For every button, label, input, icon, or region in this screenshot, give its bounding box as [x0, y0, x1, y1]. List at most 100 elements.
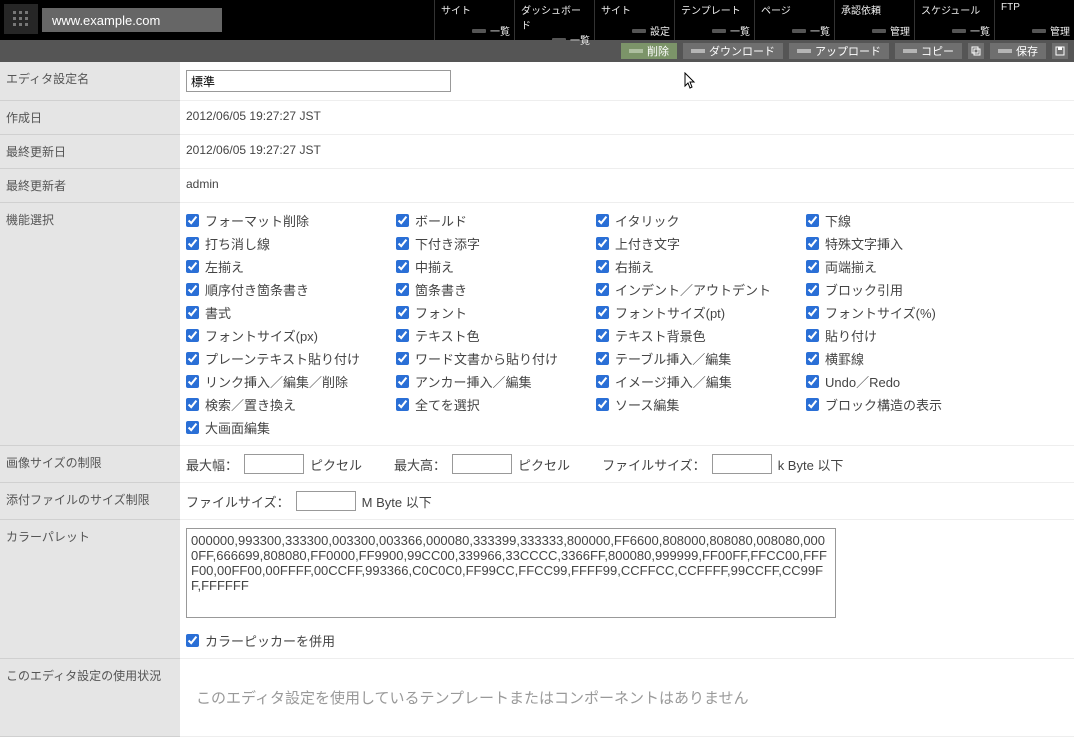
topnav-item-5[interactable]: 承認依頼管理 [834, 0, 914, 40]
feature-item[interactable]: 横罫線 [806, 349, 1006, 368]
img-filesize-input[interactable] [712, 454, 772, 474]
feature-item[interactable]: ブロック引用 [806, 280, 1006, 299]
feature-checkbox[interactable] [396, 214, 409, 227]
copy-button[interactable]: コピー [895, 43, 962, 59]
feature-checkbox[interactable] [186, 375, 199, 388]
feature-item[interactable]: 両端揃え [806, 257, 1006, 276]
topnav-item-6[interactable]: スケジュール一覧 [914, 0, 994, 40]
feature-item[interactable]: プレーンテキスト貼り付け [186, 349, 396, 368]
feature-checkbox[interactable] [186, 214, 199, 227]
copy-icon[interactable] [968, 43, 984, 59]
feature-item[interactable]: 特殊文字挿入 [806, 234, 1006, 253]
topnav-item-2[interactable]: サイト設定 [594, 0, 674, 40]
feature-item[interactable]: 上付き文字 [596, 234, 806, 253]
feature-checkbox[interactable] [806, 237, 819, 250]
feature-item[interactable]: 全てを選択 [396, 395, 596, 414]
feature-item[interactable]: テキスト色 [396, 326, 596, 345]
feature-checkbox[interactable] [186, 306, 199, 319]
feature-checkbox[interactable] [396, 237, 409, 250]
feature-item[interactable]: 書式 [186, 303, 396, 322]
feature-checkbox[interactable] [396, 306, 409, 319]
feature-checkbox[interactable] [186, 329, 199, 342]
feature-item[interactable]: ワード文書から貼り付け [396, 349, 596, 368]
feature-label: リンク挿入／編集／削除 [205, 372, 348, 391]
max-width-input[interactable] [244, 454, 304, 474]
max-height-input[interactable] [452, 454, 512, 474]
feature-checkbox[interactable] [596, 329, 609, 342]
use-colorpicker-checkbox[interactable] [186, 634, 199, 647]
feature-checkbox[interactable] [396, 329, 409, 342]
feature-item[interactable]: 中揃え [396, 257, 596, 276]
feature-checkbox[interactable] [806, 214, 819, 227]
feature-checkbox[interactable] [806, 398, 819, 411]
topnav-item-1[interactable]: ダッシュボード一覧 [514, 0, 594, 40]
feature-checkbox[interactable] [806, 329, 819, 342]
feature-item[interactable]: 箇条書き [396, 280, 596, 299]
feature-checkbox[interactable] [396, 375, 409, 388]
feature-checkbox[interactable] [186, 237, 199, 250]
feature-checkbox[interactable] [596, 237, 609, 250]
feature-checkbox[interactable] [596, 352, 609, 365]
save-icon[interactable] [1052, 43, 1068, 59]
topnav-item-3[interactable]: テンプレート一覧 [674, 0, 754, 40]
feature-item[interactable]: フォーマット削除 [186, 211, 396, 230]
feature-item[interactable]: ボールド [396, 211, 596, 230]
feature-checkbox[interactable] [806, 283, 819, 296]
delete-button[interactable]: 削除 [621, 43, 677, 59]
feature-item[interactable]: Undo／Redo [806, 372, 1006, 391]
upload-button[interactable]: アップロード [789, 43, 889, 59]
feature-item[interactable]: 下線 [806, 211, 1006, 230]
color-palette-textarea[interactable] [186, 528, 836, 618]
feature-item[interactable]: フォント [396, 303, 596, 322]
feature-checkbox[interactable] [186, 421, 199, 434]
app-logo-icon[interactable] [4, 4, 38, 34]
feature-item[interactable]: フォントサイズ(px) [186, 326, 396, 345]
feature-item[interactable]: フォントサイズ(%) [806, 303, 1006, 322]
feature-item[interactable]: テーブル挿入／編集 [596, 349, 806, 368]
feature-item[interactable]: 順序付き箇条書き [186, 280, 396, 299]
feature-checkbox[interactable] [186, 352, 199, 365]
feature-checkbox[interactable] [806, 375, 819, 388]
feature-checkbox[interactable] [596, 398, 609, 411]
feature-item[interactable]: 右揃え [596, 257, 806, 276]
feature-checkbox[interactable] [596, 260, 609, 273]
feature-checkbox[interactable] [186, 260, 199, 273]
attach-filesize-input[interactable] [296, 491, 356, 511]
feature-item[interactable]: アンカー挿入／編集 [396, 372, 596, 391]
feature-item[interactable]: 打ち消し線 [186, 234, 396, 253]
feature-checkbox[interactable] [596, 283, 609, 296]
feature-checkbox[interactable] [806, 352, 819, 365]
feature-checkbox[interactable] [806, 306, 819, 319]
download-button[interactable]: ダウンロード [683, 43, 783, 59]
topnav-item-7[interactable]: FTP管理 [994, 0, 1074, 40]
feature-checkbox[interactable] [396, 352, 409, 365]
site-url[interactable]: www.example.com [42, 8, 222, 32]
feature-checkbox[interactable] [396, 398, 409, 411]
feature-item[interactable]: 大画面編集 [186, 418, 396, 437]
feature-checkbox[interactable] [596, 306, 609, 319]
feature-checkbox[interactable] [596, 214, 609, 227]
feature-item[interactable]: 検索／置き換え [186, 395, 396, 414]
feature-item[interactable]: ブロック構造の表示 [806, 395, 1006, 414]
feature-item[interactable]: イメージ挿入／編集 [596, 372, 806, 391]
feature-item[interactable]: インデント／アウトデント [596, 280, 806, 299]
feature-checkbox[interactable] [186, 283, 199, 296]
feature-item[interactable]: 左揃え [186, 257, 396, 276]
feature-checkbox[interactable] [806, 260, 819, 273]
label-created: 作成日 [0, 101, 180, 135]
feature-item[interactable]: テキスト背景色 [596, 326, 806, 345]
topnav-item-0[interactable]: サイト一覧 [434, 0, 514, 40]
save-button[interactable]: 保存 [990, 43, 1046, 59]
topnav-item-4[interactable]: ページ一覧 [754, 0, 834, 40]
feature-item[interactable]: ソース編集 [596, 395, 806, 414]
feature-checkbox[interactable] [596, 375, 609, 388]
feature-item[interactable]: リンク挿入／編集／削除 [186, 372, 396, 391]
feature-checkbox[interactable] [186, 398, 199, 411]
feature-item[interactable]: 下付き添字 [396, 234, 596, 253]
feature-item[interactable]: イタリック [596, 211, 806, 230]
feature-item[interactable]: フォントサイズ(pt) [596, 303, 806, 322]
feature-checkbox[interactable] [396, 260, 409, 273]
feature-checkbox[interactable] [396, 283, 409, 296]
editor-name-input[interactable] [186, 70, 451, 92]
feature-item[interactable]: 貼り付け [806, 326, 1006, 345]
